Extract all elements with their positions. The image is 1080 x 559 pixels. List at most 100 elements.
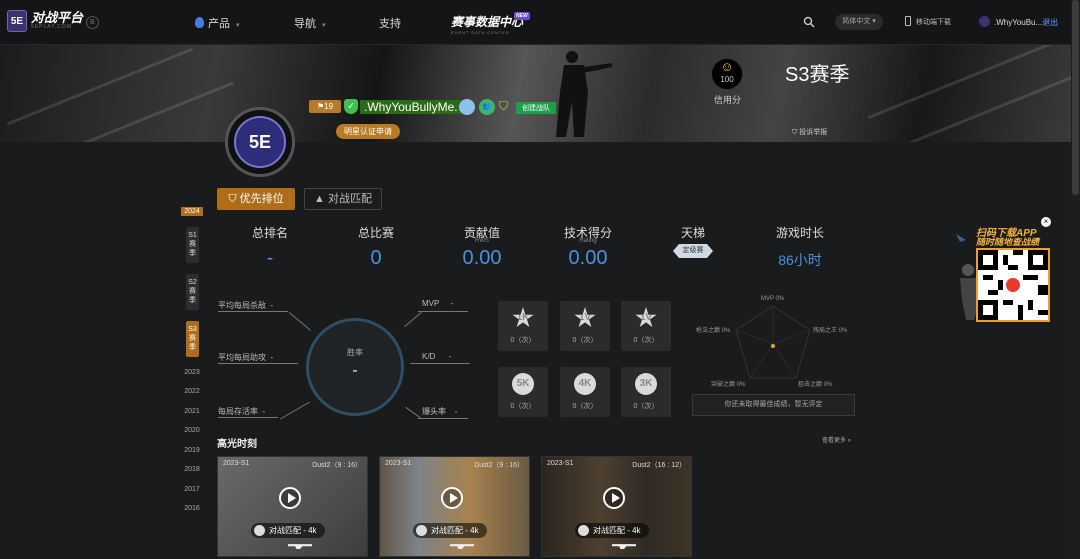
highlights-title: 高光时刻 xyxy=(217,439,257,450)
qr-subtitle: 随时随地查战绩 xyxy=(976,237,1040,247)
stat-ladder: 天梯 定级赛 xyxy=(643,224,743,258)
nav-products[interactable]: 产品 ▾ xyxy=(195,15,240,31)
4k-medal-icon: 4K xyxy=(574,373,596,395)
mode-icon xyxy=(254,525,265,536)
friends-badge-icon[interactable]: 👥 xyxy=(479,99,495,115)
year-2016[interactable]: 2016 xyxy=(181,505,203,512)
close-icon[interactable]: × xyxy=(1041,217,1051,227)
win-rate-ring: 胜率 - xyxy=(306,318,404,416)
year-2023[interactable]: 2023 xyxy=(181,369,203,376)
view-more-link[interactable]: 查看更多 » xyxy=(822,435,851,444)
scrollbar-thumb[interactable] xyxy=(1072,0,1079,195)
new-badge: NEW xyxy=(514,12,530,20)
mode-icon xyxy=(416,525,427,536)
performance-radar xyxy=(735,305,811,379)
year-2017[interactable]: 2017 xyxy=(181,486,203,493)
highlight-card[interactable]: 2023-S1 Dust2（9 : 16） 对战匹配 - 4k xyxy=(379,456,530,557)
radar-note: 你还未取得最佳成绩，暂无评定 xyxy=(692,394,855,416)
user-avatar xyxy=(979,16,990,27)
radar-label-entry: 突破之巅 0% xyxy=(711,382,746,388)
mvp-stat: MVP - xyxy=(422,299,454,308)
report-link[interactable]: ⛉ 投诉举报 xyxy=(792,127,827,137)
radar-label-clutch: 残局之王 0% xyxy=(813,328,848,334)
survival-rate-stat: 每局存活率 - xyxy=(218,407,266,416)
user-menu[interactable]: .WhyYouBu...退出 xyxy=(979,16,1058,28)
verified-shield-icon: ✓ xyxy=(344,99,358,114)
3k-medal-icon: 3K xyxy=(635,373,657,395)
shield-icon: ⛉ xyxy=(228,193,237,205)
soldier-silhouette-icon xyxy=(556,51,612,137)
rifle-icon xyxy=(450,544,474,549)
play-icon[interactable] xyxy=(441,487,463,509)
mobile-download-link[interactable]: 移动端下载 xyxy=(905,16,951,27)
medal-card: 1V 0（次） xyxy=(621,301,671,351)
stat-rws: 贡献值 RWS 0.00 xyxy=(462,226,502,269)
top-nav: 5E 对战平台 5EPLAY.COM B 产品 ▾ 导航 ▾ 支持 赛事数据中心 N… xyxy=(0,0,1080,45)
season-s3[interactable]: S3赛季 xyxy=(186,321,199,357)
smiley-icon: ☺ xyxy=(720,59,734,74)
season-s2[interactable]: S2赛季 xyxy=(186,274,199,310)
nav-support[interactable]: 支持 xyxy=(379,15,401,31)
tab-priority-rank[interactable]: ⛉ 优先排位 xyxy=(217,188,295,210)
chevron-down-icon: ▾ xyxy=(322,22,326,29)
tab-match[interactable]: ▲ 对战匹配 xyxy=(304,188,382,210)
year-2022[interactable]: 2022 xyxy=(181,388,203,395)
star-medal-2-icon: 1V xyxy=(574,307,596,328)
search-icon[interactable] xyxy=(803,16,815,28)
rifle-icon xyxy=(612,544,636,549)
highlight-card[interactable]: 2023-S1 Dust2（16 : 12） 对战匹配 - 4k xyxy=(541,456,692,557)
play-icon[interactable] xyxy=(603,487,625,509)
medal-card: 5K 0（次） xyxy=(498,367,548,417)
profile-badge-blue-icon[interactable] xyxy=(459,99,475,115)
radar-label-sniper: 狙击之巅 0% xyxy=(798,382,833,388)
year-2018[interactable]: 2018 xyxy=(181,466,203,473)
avg-kills-stat: 平均每局杀敌 - xyxy=(218,301,274,310)
medal-card: 1V 0（次） xyxy=(560,301,610,351)
highlight-card[interactable]: 2023-S1 Dust2（9 : 16） 对战匹配 - 4k xyxy=(217,456,368,557)
5k-medal-icon: 5K xyxy=(512,373,534,395)
profile-banner xyxy=(0,45,1080,142)
star-certification-button[interactable]: 明星认证申请 xyxy=(336,124,400,139)
year-2024[interactable]: 2024 xyxy=(181,207,203,216)
stat-play-time: 游戏时长 86小时 xyxy=(775,226,824,268)
5e-avatar-icon: 5E xyxy=(234,116,286,168)
logo-text: 对战平台 xyxy=(31,10,84,25)
username: .WhyYouBullyMe. xyxy=(360,100,462,114)
level-badge: ⚑19 xyxy=(309,100,341,113)
season-s1[interactable]: S1赛季 xyxy=(186,227,199,263)
player-thumb xyxy=(221,545,246,555)
shield-icon: ⛉ xyxy=(792,129,798,136)
tank-icon: ▲ xyxy=(314,193,325,205)
nav-navigation[interactable]: 导航 ▾ xyxy=(294,15,326,31)
b-badge-icon[interactable]: B xyxy=(86,16,99,29)
year-2020[interactable]: 2020 xyxy=(181,427,203,434)
medal-card: 4K 0（次） xyxy=(560,367,610,417)
year-2019[interactable]: 2019 xyxy=(181,447,203,454)
profile-avatar[interactable]: 5E xyxy=(225,107,295,177)
season-title: S3赛季 xyxy=(785,64,850,86)
credit-score-badge: ☺ 100 xyxy=(711,58,743,90)
credit-label: 信用分 xyxy=(714,95,742,105)
player-thumb xyxy=(545,545,570,555)
ladder-rank-badge: 定级赛 xyxy=(673,244,713,258)
create-team-button[interactable]: 创建战队 xyxy=(516,102,556,114)
year-2021[interactable]: 2021 xyxy=(181,408,203,415)
app-download-promo[interactable]: 扫码下载APP 随时随地查战绩 xyxy=(954,222,1052,322)
mode-icon xyxy=(578,525,589,536)
chevron-down-icon: ▾ xyxy=(872,18,876,25)
stat-total-matches: 总比赛 0 xyxy=(357,226,394,269)
product-icon xyxy=(195,17,204,28)
rifle-icon xyxy=(288,544,312,549)
play-icon[interactable] xyxy=(279,487,301,509)
nav-data-center[interactable]: 赛事数据中心 NEW EVENT DATA CENTER xyxy=(451,12,530,35)
rank-badge-icon[interactable]: ⛉ xyxy=(499,99,512,115)
logout-link[interactable]: 退出 xyxy=(1042,18,1058,27)
phone-icon xyxy=(905,16,911,26)
stat-rating: 技术得分 Rating 0.00 xyxy=(563,226,612,269)
kd-stat: K/D - xyxy=(422,352,452,361)
language-select[interactable]: 简体中文 ▾ xyxy=(835,14,883,30)
star-medal-3-icon: 1V xyxy=(635,307,657,328)
site-logo[interactable]: 5E 对战平台 5EPLAY.COM xyxy=(7,10,83,32)
avg-assists-stat: 平均每局助攻 - xyxy=(218,353,274,362)
medal-card: 3K 0（次） xyxy=(621,367,671,417)
